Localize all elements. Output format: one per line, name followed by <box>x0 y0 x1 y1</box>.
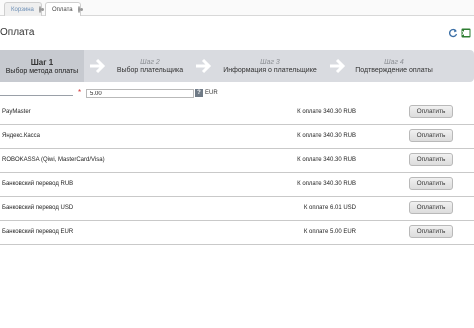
close-icon[interactable] <box>38 6 44 13</box>
step-number: Шаг 1 <box>30 57 54 67</box>
payment-methods-list: PayMaster К оплате 340.30 RUB Оплатить Я… <box>0 101 474 245</box>
step-2[interactable]: Шаг 2 Выбор плательщика <box>108 50 192 82</box>
list-item: Банковский перевод EUR К оплате 5.00 EUR… <box>0 221 474 245</box>
step-label: Выбор метода оплаты <box>5 67 79 75</box>
method-amount: К оплате 340.30 RUB <box>297 109 356 115</box>
method-amount: К оплате 340.30 RUB <box>297 181 356 187</box>
method-amount: К оплате 340.30 RUB <box>297 157 356 163</box>
tab-cart-label: Корзина <box>11 6 34 13</box>
amount-row: * ? EUR <box>0 88 474 99</box>
tab-payment-label: Оплата <box>52 6 73 13</box>
pay-button[interactable]: Оплатить <box>409 153 453 166</box>
tab-payment[interactable]: Оплата <box>45 2 83 16</box>
pay-button[interactable]: Оплатить <box>409 129 453 142</box>
arrow-right-icon <box>90 58 106 74</box>
method-name: PayMaster <box>2 109 31 115</box>
arrow-right-icon <box>330 58 346 74</box>
required-mark: * <box>78 88 82 97</box>
method-name: ROBOKASSA (Qiwi, MasterCard/Visa) <box>2 157 105 163</box>
refresh-icon[interactable] <box>448 28 458 38</box>
method-amount: К оплате 5.00 EUR <box>303 229 356 235</box>
method-amount: К оплате 340.30 RUB <box>297 133 356 139</box>
step-1[interactable]: Шаг 1 Выбор метода оплаты <box>0 50 84 82</box>
wizard-steps: Шаг 1 Выбор метода оплаты Шаг 2 Выбор пл… <box>0 50 474 82</box>
step-number: Шаг 2 <box>140 58 160 66</box>
step-number: Шаг 4 <box>384 58 404 66</box>
amount-label-line <box>0 95 73 96</box>
step-label: Подтверждение оплаты <box>355 66 433 74</box>
step-number: Шаг 3 <box>260 58 280 66</box>
method-name: Банковский перевод EUR <box>2 229 74 235</box>
step-label: Информация о плательщике <box>223 66 317 74</box>
list-item: Банковский перевод USD К оплате 6.01 USD… <box>0 197 474 221</box>
pay-button[interactable]: Оплатить <box>409 177 453 190</box>
step-3[interactable]: Шаг 3 Информация о плательщике <box>214 50 326 82</box>
pay-button[interactable]: Оплатить <box>409 105 453 118</box>
tab-cart[interactable]: Корзина <box>4 2 44 16</box>
close-icon[interactable] <box>77 6 83 13</box>
pay-button[interactable]: Оплатить <box>409 225 453 238</box>
page-title: Оплата <box>0 27 35 38</box>
pay-button[interactable]: Оплатить <box>409 201 453 214</box>
tab-bar: Корзина Оплата <box>0 0 474 16</box>
amount-input[interactable] <box>86 89 194 98</box>
list-item: Банковский перевод RUB К оплате 340.30 R… <box>0 173 474 197</box>
step-4[interactable]: Шаг 4 Подтверждение оплаты <box>348 50 440 82</box>
excel-export-icon[interactable] <box>461 28 471 38</box>
currency-label: EUR <box>205 90 218 96</box>
method-name: Банковский перевод RUB <box>2 181 74 187</box>
list-item: Яндекс.Касса К оплате 340.30 RUB Оплатит… <box>0 125 474 149</box>
method-amount: К оплате 6.01 USD <box>303 205 356 211</box>
arrow-right-icon <box>196 58 212 74</box>
method-name: Банковский перевод USD <box>2 205 74 211</box>
help-icon[interactable]: ? <box>195 89 203 97</box>
step-label: Выбор плательщика <box>116 66 184 74</box>
list-item: PayMaster К оплате 340.30 RUB Оплатить <box>0 101 474 125</box>
method-name: Яндекс.Касса <box>2 133 41 139</box>
list-item: ROBOKASSA (Qiwi, MasterCard/Visa) К опла… <box>0 149 474 173</box>
